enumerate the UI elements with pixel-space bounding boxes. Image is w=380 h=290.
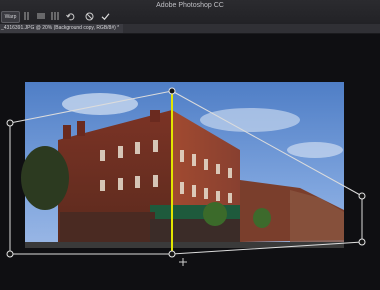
vertical-lines-icon[interactable] [50, 11, 60, 21]
checkmark-icon[interactable] [100, 11, 110, 21]
canvas-area[interactable] [0, 34, 380, 290]
document-tab-label: _4316391.JPG @ 20% (Background copy, RGB… [1, 25, 120, 31]
undo-icon[interactable] [65, 11, 75, 21]
cancel-icon[interactable] [84, 11, 94, 21]
grid-icon[interactable] [22, 11, 32, 21]
document-tab-bar: _4316391.JPG @ 20% (Background copy, RGB… [0, 24, 380, 34]
warp-button[interactable]: Warp [1, 11, 20, 23]
horizontal-lines-icon[interactable] [36, 11, 46, 21]
options-bar: Adobe Photoshop CC Warp [0, 0, 380, 25]
app-title: Adobe Photoshop CC [156, 2, 224, 9]
document-tab[interactable]: _4316391.JPG @ 20% (Background copy, RGB… [0, 24, 123, 33]
